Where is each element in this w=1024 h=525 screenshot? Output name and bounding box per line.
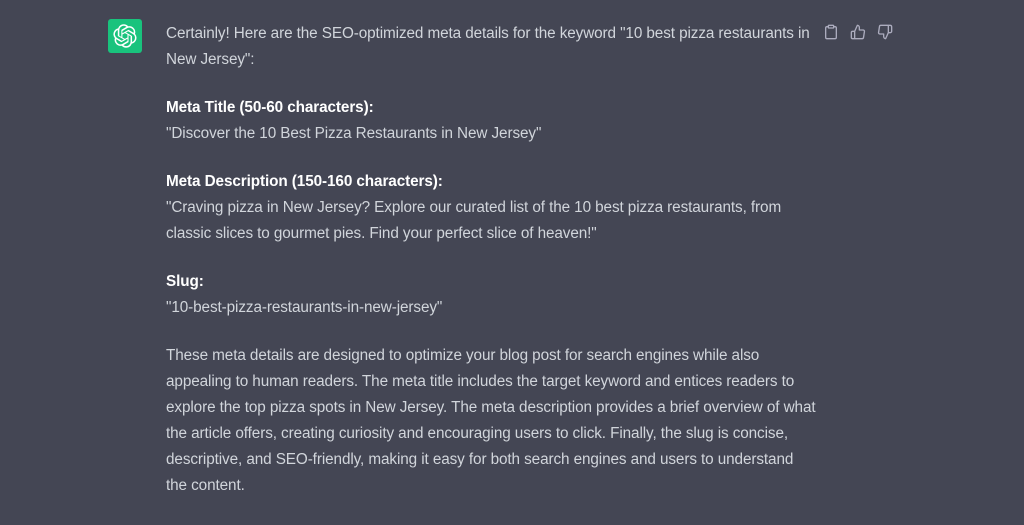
slug-value: "10-best-pizza-restaurants-in-new-jersey… xyxy=(166,299,443,316)
message-closing: These meta details are designed to optim… xyxy=(166,347,816,494)
meta-description-section: Meta Description (150-160 characters): "… xyxy=(166,169,816,247)
assistant-avatar xyxy=(108,19,142,53)
thumbs-down-icon xyxy=(877,24,893,40)
thumbs-down-button[interactable] xyxy=(875,22,894,41)
openai-logo-icon xyxy=(113,24,137,48)
meta-description-value: "Craving pizza in New Jersey? Explore ou… xyxy=(166,199,782,242)
assistant-message: Certainly! Here are the SEO-optimized me… xyxy=(166,21,816,499)
thumbs-up-icon xyxy=(850,24,866,40)
slug-label: Slug: xyxy=(166,273,204,290)
meta-description-label: Meta Description (150-160 characters): xyxy=(166,173,443,190)
message-intro: Certainly! Here are the SEO-optimized me… xyxy=(166,25,810,68)
message-actions xyxy=(821,22,894,41)
copy-button[interactable] xyxy=(821,22,840,41)
meta-title-section: Meta Title (50-60 characters): "Discover… xyxy=(166,95,816,147)
slug-section: Slug: "10-best-pizza-restaurants-in-new-… xyxy=(166,269,816,321)
meta-title-label: Meta Title (50-60 characters): xyxy=(166,99,374,116)
thumbs-up-button[interactable] xyxy=(848,22,867,41)
meta-title-value: "Discover the 10 Best Pizza Restaurants … xyxy=(166,125,542,142)
clipboard-icon xyxy=(823,24,839,40)
